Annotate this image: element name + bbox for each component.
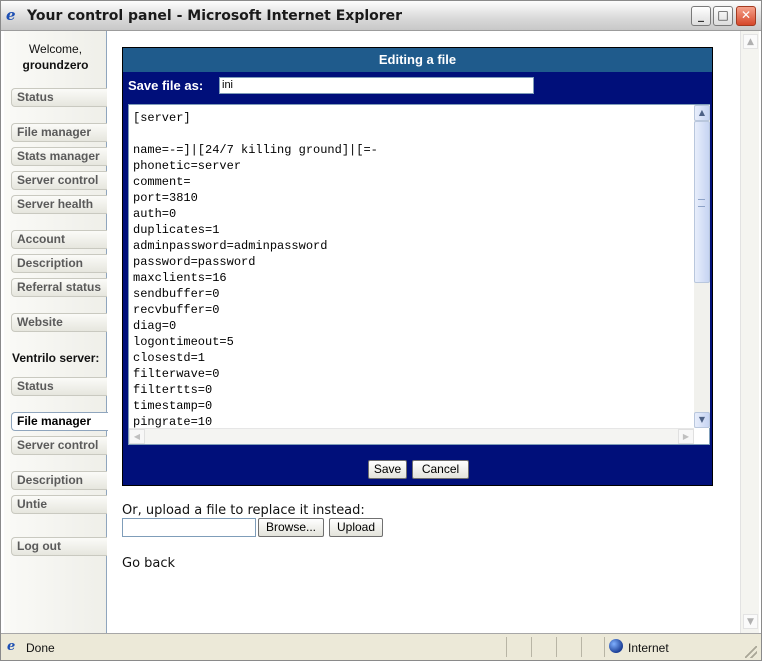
code-line: auth=0: [133, 207, 177, 221]
code-line: port=3810: [133, 191, 198, 205]
page-vertical-scrollbar[interactable]: ▲ ▼: [740, 31, 759, 633]
page-scroll-down-icon[interactable]: ▼: [743, 614, 758, 629]
status-divider: [556, 637, 557, 657]
code-line: closestd=1: [133, 351, 206, 365]
code-line: comment=: [133, 175, 191, 189]
sidebar-item-log-out[interactable]: Log out: [11, 537, 107, 556]
ie-logo-icon: e: [6, 6, 16, 24]
ventrilo-heading: Ventrilo server:: [12, 351, 100, 365]
scroll-down-arrow-icon[interactable]: ▼: [694, 412, 710, 428]
save-button[interactable]: Save: [368, 460, 407, 479]
sidebar-item-vent-status[interactable]: Status: [11, 377, 107, 396]
filename-input[interactable]: ini: [219, 77, 534, 94]
code-line: name=-=]|[24/7 killing ground]|[=-: [133, 143, 378, 157]
code-line: recvbuffer=0: [133, 303, 220, 317]
code-line: adminpassword=adminpassword: [133, 239, 328, 253]
code-line: filtertts=0: [133, 383, 213, 397]
sidebar-item-vent-file-manager[interactable]: File manager: [11, 412, 108, 431]
code-line: [server]: [133, 111, 191, 125]
resize-grip-icon[interactable]: [745, 646, 757, 658]
page-scroll-up-icon[interactable]: ▲: [743, 34, 758, 49]
browser-window: e Your control panel - Microsoft Interne…: [0, 0, 762, 661]
title-bar: e Your control panel - Microsoft Interne…: [1, 1, 761, 31]
scroll-grip-icon: [698, 199, 705, 207]
sidebar-item-status[interactable]: Status: [11, 88, 107, 107]
welcome-text: Welcome,: [28, 42, 83, 56]
scroll-left-arrow-icon[interactable]: ◀: [129, 429, 145, 444]
code-line: filterwave=0: [133, 367, 220, 381]
sidebar-item-server-control[interactable]: Server control: [11, 171, 107, 190]
code-line: phonetic=server: [133, 159, 242, 173]
textarea-horizontal-scrollbar[interactable]: ◀ ▶: [129, 428, 694, 444]
upload-label: Or, upload a file to replace it instead:: [122, 503, 365, 518]
scroll-up-arrow-icon[interactable]: ▲: [694, 105, 710, 121]
code-line: password=password: [133, 255, 256, 269]
status-divider: [581, 637, 582, 657]
username: groundzero: [22, 58, 89, 72]
sidebar-item-vent-server-control[interactable]: Server control: [11, 436, 107, 455]
code-line: pingrate=10: [133, 415, 213, 428]
code-line: maxclients=16: [133, 271, 227, 285]
save-as-label: Save file as:: [128, 78, 204, 93]
welcome-message: Welcome, groundzero: [4, 41, 107, 73]
page-done-icon: e: [7, 639, 16, 654]
minimize-button[interactable]: _: [691, 6, 711, 26]
sidebar-item-stats-manager[interactable]: Stats manager: [11, 147, 107, 166]
sidebar-item-untie[interactable]: Untie: [11, 495, 107, 514]
scroll-right-arrow-icon[interactable]: ▶: [678, 429, 694, 444]
sidebar-item-description[interactable]: Description: [11, 254, 107, 273]
status-divider: [506, 637, 507, 657]
page-viewport: Welcome, groundzero Status File manager …: [4, 31, 740, 633]
status-divider: [604, 637, 605, 657]
status-bar: e Done Internet: [1, 633, 761, 660]
security-zone-text: Internet: [628, 641, 669, 655]
browse-button[interactable]: Browse...: [258, 518, 324, 537]
sidebar-item-account[interactable]: Account: [11, 230, 107, 249]
upload-button[interactable]: Upload: [329, 518, 383, 537]
upload-file-input[interactable]: [122, 518, 256, 537]
sidebar: Welcome, groundzero Status File manager …: [4, 31, 108, 633]
sidebar-item-website[interactable]: Website: [11, 313, 107, 332]
code-line: timestamp=0: [133, 399, 213, 413]
file-content-textarea[interactable]: [server] name=-=]|[24/7 killing ground]|[…: [128, 104, 710, 445]
code-line: sendbuffer=0: [133, 287, 220, 301]
close-button[interactable]: ✕: [736, 6, 756, 26]
maximize-button[interactable]: □: [713, 6, 733, 26]
go-back-link[interactable]: Go back: [122, 556, 175, 571]
edit-file-panel: Editing a file Save file as: ini [server…: [122, 47, 713, 486]
textarea-vertical-scrollbar[interactable]: ▲ ▼: [694, 105, 710, 428]
internet-zone-globe-icon: [609, 639, 623, 653]
code-line: diag=0: [133, 319, 177, 333]
file-content-text[interactable]: [server] name=-=]|[24/7 killing ground]|[…: [133, 110, 693, 428]
window-title: Your control panel - Microsoft Internet …: [27, 8, 403, 24]
sidebar-item-referral-status[interactable]: Referral status: [11, 278, 107, 297]
sidebar-item-server-health[interactable]: Server health: [11, 195, 107, 214]
status-text: Done: [26, 641, 55, 655]
status-divider: [531, 637, 532, 657]
code-line: duplicates=1: [133, 223, 220, 237]
code-line: logontimeout=5: [133, 335, 234, 349]
panel-title: Editing a file: [123, 48, 712, 72]
cancel-button[interactable]: Cancel: [412, 460, 469, 479]
sidebar-item-vent-description[interactable]: Description: [11, 471, 107, 490]
sidebar-item-file-manager[interactable]: File manager: [11, 123, 107, 142]
